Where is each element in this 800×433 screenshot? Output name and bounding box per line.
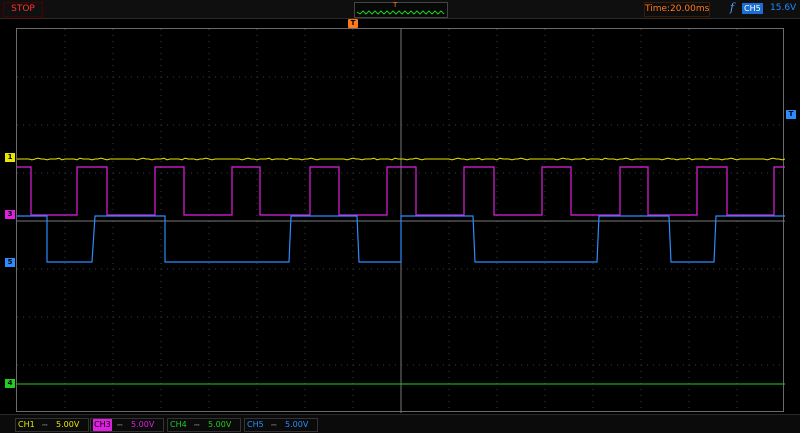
ch4-offset-marker[interactable]: 4	[5, 379, 15, 388]
trigger-level: 15.6V	[770, 3, 797, 13]
ch4-scale: 5.00V	[208, 420, 232, 429]
ch5-coupling: ⎓	[271, 421, 277, 429]
ch5-scale: 5.00V	[285, 420, 309, 429]
timebase-display[interactable]: Time:20.00ms	[644, 2, 710, 17]
trigger-level-marker[interactable]: T	[786, 110, 796, 119]
waveform-canvas	[17, 29, 785, 413]
trigger-level-marker-label: T	[788, 110, 794, 118]
top-status-bar: STOP T Time:20.00ms f CH5 15.6V	[0, 0, 800, 19]
trigger-position-preview[interactable]: T	[354, 1, 448, 18]
ch1-offset-marker[interactable]: 1	[5, 153, 15, 162]
ch5-name: CH5	[247, 420, 264, 429]
ch4-name: CH4	[170, 420, 187, 429]
trigger-preview-marker: T	[393, 1, 398, 9]
ch4-info[interactable]: CH4 ⎓ 5.00V	[167, 418, 241, 432]
ch3-offset-marker[interactable]: 3	[5, 210, 15, 219]
ch3-coupling: ⎓	[117, 421, 123, 429]
ch1-info[interactable]: CH1 ⎓ 5.00V	[15, 418, 89, 432]
waveform-display[interactable]	[16, 28, 785, 413]
ch5-info[interactable]: CH5 ⎓ 5.00V	[244, 418, 318, 432]
waveform-preview-icon	[356, 10, 445, 15]
trigger-function-icon: f	[730, 1, 735, 14]
trigger-position-marker[interactable]: T	[348, 19, 358, 28]
ch5-offset-marker[interactable]: 5	[5, 258, 15, 267]
ch5-trace	[17, 215, 785, 263]
ch1-marker-label: 1	[7, 153, 13, 161]
ch5-marker-label: 5	[7, 258, 13, 266]
channel-info-bar: CH1 ⎓ 5.00V CH3 ⎓ 5.00V CH4 ⎓ 5.00V CH5 …	[0, 414, 800, 433]
ch1-scale: 5.00V	[56, 420, 80, 429]
ch3-scale: 5.00V	[131, 420, 155, 429]
trigger-settings[interactable]: f CH5 15.6V	[730, 1, 797, 15]
ch3-marker-label: 3	[7, 210, 13, 218]
ch3-name: CH3	[93, 419, 112, 431]
ch3-info[interactable]: CH3 ⎓ 5.00V	[90, 418, 164, 432]
trigger-source: CH5	[742, 3, 763, 14]
ch4-marker-label: 4	[7, 379, 13, 387]
ch1-coupling: ⎓	[42, 421, 48, 429]
ch4-coupling: ⎓	[194, 421, 200, 429]
trigger-marker-icon: T	[350, 19, 356, 27]
ch1-name: CH1	[18, 420, 35, 429]
run-stop-button[interactable]: STOP	[3, 2, 43, 17]
